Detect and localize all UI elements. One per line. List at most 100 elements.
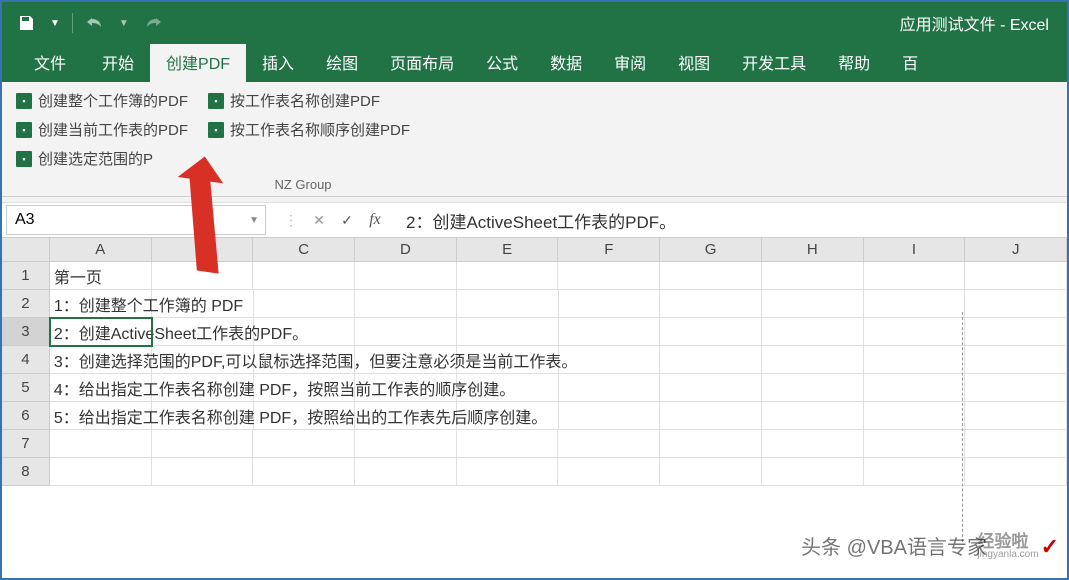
cell[interactable]	[254, 290, 356, 318]
cell[interactable]	[559, 374, 661, 402]
cell-A5[interactable]: 4：给出指定工作表名称创建 PDF，按照当前工作表的顺序创建。	[50, 374, 152, 402]
cell[interactable]	[864, 458, 966, 486]
row-header-5[interactable]: 5	[2, 374, 50, 402]
cell[interactable]	[558, 430, 660, 458]
cell[interactable]	[152, 430, 254, 458]
col-header-J[interactable]: J	[965, 238, 1067, 262]
cell[interactable]	[762, 402, 864, 430]
create-current-sheet-pdf-button[interactable]: ▪ 创建当前工作表的PDF	[12, 117, 192, 142]
cell[interactable]	[660, 318, 762, 346]
fx-icon[interactable]: fx	[362, 207, 388, 233]
undo-button[interactable]	[79, 9, 111, 37]
cell[interactable]	[457, 318, 559, 346]
cell[interactable]	[660, 458, 762, 486]
cell[interactable]	[965, 318, 1067, 346]
cell[interactable]	[864, 318, 966, 346]
name-box[interactable]: A3 ▼	[6, 205, 266, 235]
cell[interactable]	[152, 262, 254, 290]
tab-createpdf[interactable]: 创建PDF	[150, 42, 246, 82]
tab-review[interactable]: 审阅	[598, 42, 662, 82]
cell-A3[interactable]: 2：创建ActiveSheet工作表的PDF。	[50, 318, 152, 346]
cell[interactable]	[965, 430, 1067, 458]
cell[interactable]	[457, 430, 559, 458]
cell[interactable]	[965, 262, 1067, 290]
cell[interactable]	[864, 402, 966, 430]
row-header-7[interactable]: 7	[2, 430, 50, 458]
tab-dev[interactable]: 开发工具	[726, 42, 822, 82]
cell[interactable]	[965, 290, 1067, 318]
cell[interactable]	[864, 430, 966, 458]
cell[interactable]	[660, 346, 762, 374]
cell[interactable]	[965, 458, 1067, 486]
cell[interactable]	[965, 346, 1067, 374]
cell[interactable]	[253, 458, 355, 486]
cell[interactable]	[457, 458, 559, 486]
cell[interactable]	[762, 458, 864, 486]
cell[interactable]	[864, 374, 966, 402]
create-by-sheetname-pdf-button[interactable]: ▪ 按工作表名称创建PDF	[204, 88, 384, 113]
cell-A6[interactable]: 5：给出指定工作表名称创建 PDF，按照给出的工作表先后顺序创建。	[50, 402, 152, 430]
cell[interactable]	[965, 374, 1067, 402]
cell[interactable]	[253, 430, 355, 458]
cell[interactable]	[762, 318, 864, 346]
dropdown-icon[interactable]: ▼	[249, 215, 259, 226]
tab-view[interactable]: 视图	[662, 42, 726, 82]
cell[interactable]	[864, 262, 966, 290]
tab-draw[interactable]: 绘图	[310, 42, 374, 82]
cell[interactable]	[762, 374, 864, 402]
save-button[interactable]	[10, 9, 42, 37]
cell[interactable]	[762, 262, 864, 290]
qat-dropdown-icon[interactable]: ▼	[44, 18, 66, 29]
row-header-2[interactable]: 2	[2, 290, 50, 318]
tab-baidu[interactable]: 百	[886, 42, 934, 82]
col-header-C[interactable]: C	[253, 238, 355, 262]
cell[interactable]	[50, 430, 152, 458]
col-header-A[interactable]: A	[50, 238, 152, 262]
tab-insert[interactable]: 插入	[246, 42, 310, 82]
select-all-corner[interactable]	[2, 238, 50, 262]
col-header-F[interactable]: F	[558, 238, 660, 262]
cell[interactable]	[152, 458, 254, 486]
cell[interactable]	[559, 318, 661, 346]
cell[interactable]	[762, 346, 864, 374]
cell[interactable]	[558, 458, 660, 486]
cell[interactable]	[864, 290, 966, 318]
row-header-3[interactable]: 3	[2, 318, 50, 346]
cell[interactable]	[355, 430, 457, 458]
undo-dropdown-icon[interactable]: ▼	[113, 18, 135, 29]
col-header-D[interactable]: D	[355, 238, 457, 262]
cell[interactable]	[355, 318, 457, 346]
create-by-order-pdf-button[interactable]: ▪ 按工作表名称顺序创建PDF	[204, 117, 414, 142]
cell[interactable]	[762, 430, 864, 458]
cell[interactable]	[660, 262, 762, 290]
col-header-E[interactable]: E	[457, 238, 559, 262]
cell[interactable]	[559, 290, 661, 318]
row-header-8[interactable]: 8	[2, 458, 50, 486]
cell-A4[interactable]: 3：创建选择范围的PDF,可以鼠标选择范围，但要注意必须是当前工作表。	[50, 346, 152, 374]
formula-dropdown-icon[interactable]: ⋮	[278, 207, 304, 233]
cell[interactable]	[660, 402, 762, 430]
enter-icon[interactable]: ✓	[334, 207, 360, 233]
col-header-H[interactable]: H	[762, 238, 864, 262]
row-header-1[interactable]: 1	[2, 262, 50, 290]
tab-help[interactable]: 帮助	[822, 42, 886, 82]
cell[interactable]	[355, 290, 457, 318]
cancel-icon[interactable]: ✕	[306, 207, 332, 233]
cell[interactable]	[660, 290, 762, 318]
cell[interactable]	[50, 458, 152, 486]
tab-layout[interactable]: 页面布局	[374, 42, 470, 82]
cell[interactable]	[864, 346, 966, 374]
cell[interactable]	[660, 374, 762, 402]
tab-formula[interactable]: 公式	[470, 42, 534, 82]
row-header-6[interactable]: 6	[2, 402, 50, 430]
cell[interactable]	[558, 262, 660, 290]
cell[interactable]	[559, 402, 661, 430]
cell[interactable]	[457, 290, 559, 318]
cell[interactable]	[355, 458, 457, 486]
cell[interactable]	[253, 262, 355, 290]
create-selection-pdf-button[interactable]: ▪ 创建选定范围的P	[12, 146, 157, 171]
cell[interactable]	[457, 262, 559, 290]
formula-input[interactable]: 2：创建ActiveSheet工作表的PDF。	[396, 208, 1067, 233]
tab-home[interactable]: 开始	[86, 42, 150, 82]
tab-data[interactable]: 数据	[534, 42, 598, 82]
